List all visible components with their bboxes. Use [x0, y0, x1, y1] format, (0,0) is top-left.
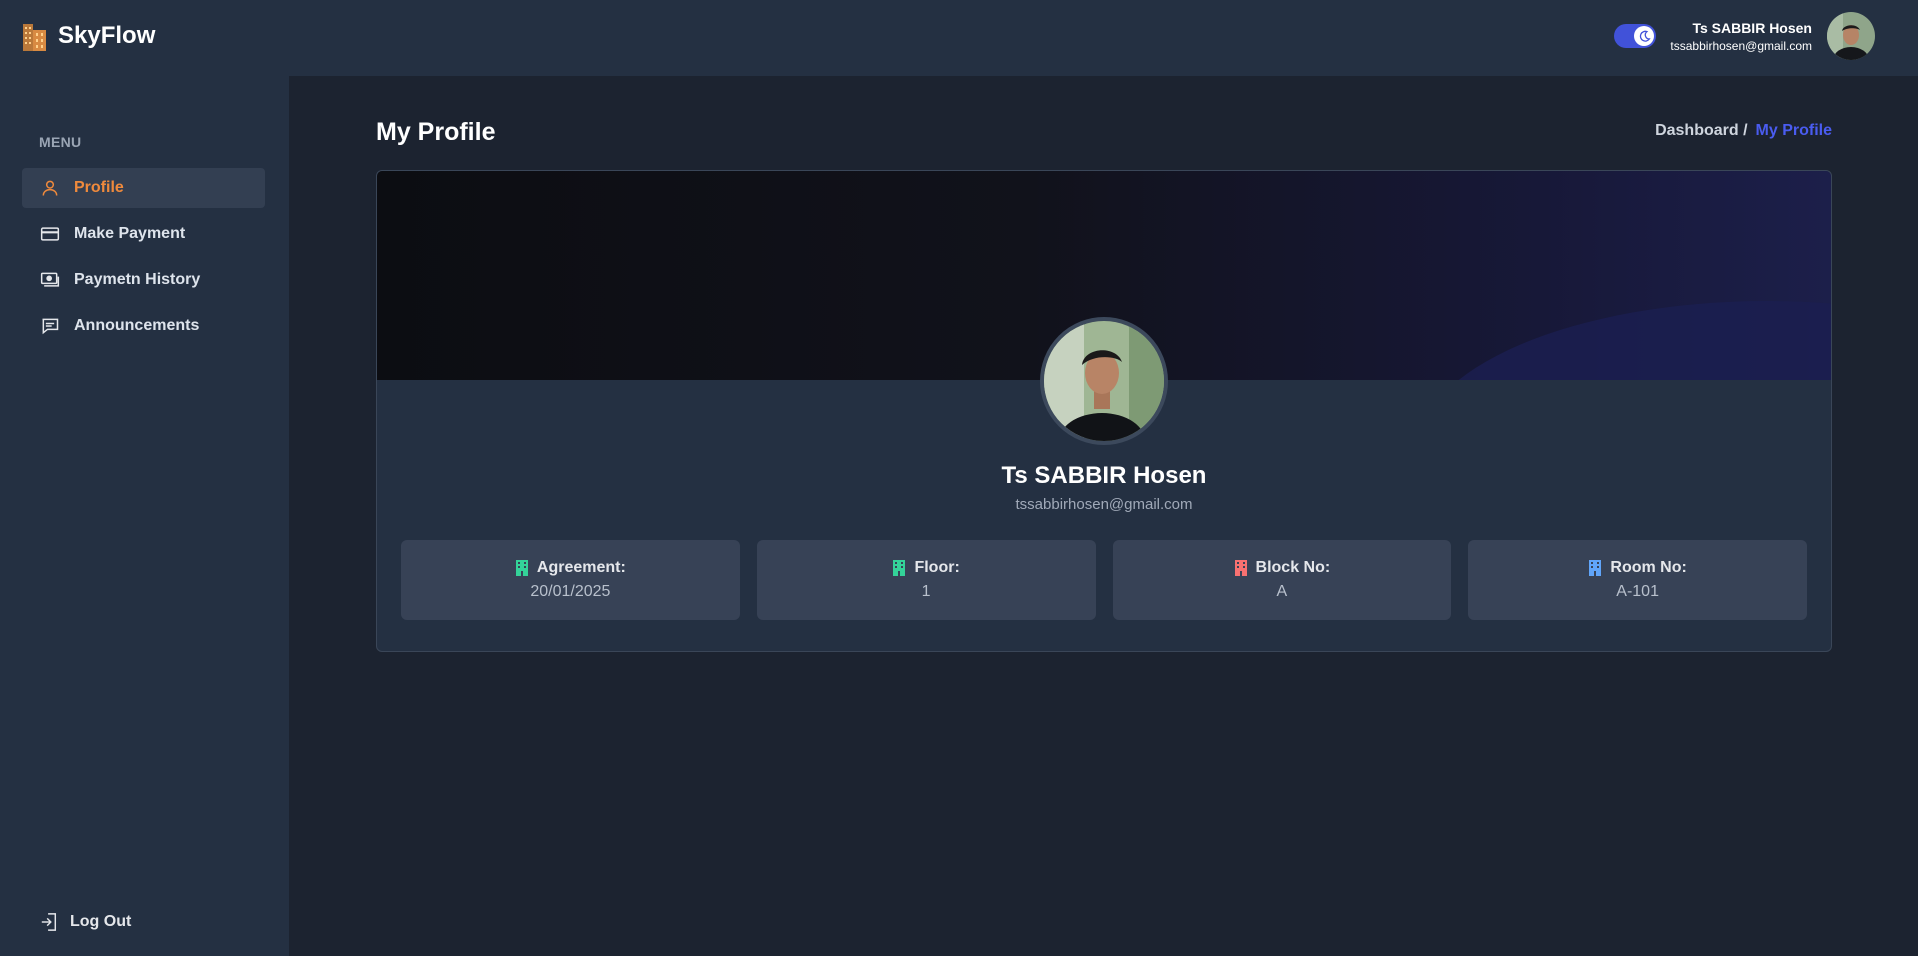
- info-heading: Agreement:: [515, 559, 626, 577]
- page-title: My Profile: [376, 118, 496, 146]
- app-logo[interactable]: SkyFlow: [22, 20, 155, 52]
- profile-photo: [1044, 321, 1164, 441]
- logout-icon: [41, 913, 57, 931]
- sidebar-item-label: Make Payment: [74, 225, 186, 242]
- credit-card-icon: [40, 227, 60, 241]
- sidebar-item-announcements[interactable]: Announcements: [22, 306, 265, 346]
- breadcrumb-current: My Profile: [1755, 122, 1832, 139]
- top-header: Ts SABBIR Hosen tssabbirhosen@gmail.com: [289, 0, 1918, 76]
- info-value: A-101: [1616, 583, 1659, 600]
- info-value: 1: [921, 583, 931, 600]
- cover-decoration: [1417, 301, 1831, 380]
- toggle-knob: [1634, 26, 1654, 46]
- money-icon: [40, 272, 60, 287]
- sidebar-nav: Profile Make Payment Paymetn History Ann…: [22, 168, 265, 352]
- building-icon: [1589, 560, 1602, 576]
- sidebar-item-make-payment[interactable]: Make Payment: [22, 214, 265, 254]
- building-icon: [515, 560, 528, 576]
- floor-info-box: Floor: 1: [756, 540, 1096, 620]
- header-user-info: Ts SABBIR Hosen tssabbirhosen@gmail.com: [1670, 20, 1812, 54]
- info-label: Block No:: [1255, 559, 1331, 576]
- app-name: SkyFlow: [58, 22, 156, 49]
- sidebar-item-profile[interactable]: Profile: [22, 168, 265, 208]
- building-icon: [1234, 560, 1247, 576]
- avatar-photo: [1827, 12, 1875, 60]
- block-info-box: Block No: A: [1112, 540, 1452, 620]
- profile-email: tssabbirhosen@gmail.com: [1015, 496, 1193, 513]
- info-heading: Room No:: [1588, 559, 1687, 577]
- sidebar-item-label: Profile: [74, 179, 124, 196]
- profile-card: Ts SABBIR Hosen tssabbirhosen@gmail.com …: [376, 170, 1832, 652]
- menu-label: MENU: [39, 134, 82, 150]
- info-label: Room No:: [1610, 559, 1687, 576]
- agreement-info-box: Agreement: 20/01/2025: [401, 540, 740, 620]
- breadcrumb-dashboard-link[interactable]: Dashboard /: [1655, 122, 1747, 140]
- breadcrumb: Dashboard / My Profile: [1655, 122, 1832, 140]
- building-icon: [893, 560, 906, 576]
- logout-button[interactable]: Log Out: [40, 912, 131, 932]
- sidebar: SkyFlow MENU Profile Make Payment Paymet…: [0, 0, 289, 956]
- info-heading: Block No:: [1234, 559, 1331, 577]
- message-icon: [42, 318, 59, 335]
- avatar[interactable]: [1827, 12, 1875, 60]
- user-icon: [42, 180, 58, 196]
- info-value: 20/01/2025: [530, 583, 611, 600]
- sidebar-item-label: Paymetn History: [74, 271, 201, 288]
- moon-icon: [1639, 30, 1651, 42]
- info-label: Agreement:: [536, 559, 626, 576]
- header-user-email: tssabbirhosen@gmail.com: [1670, 39, 1812, 53]
- logout-label: Log Out: [70, 913, 132, 930]
- theme-toggle[interactable]: [1614, 24, 1656, 48]
- sidebar-item-label: Announcements: [74, 317, 200, 334]
- profile-name: Ts SABBIR Hosen: [1001, 462, 1207, 489]
- room-info-box: Room No: A-101: [1468, 540, 1807, 620]
- header-user-name: Ts SABBIR Hosen: [1692, 20, 1812, 36]
- info-label: Floor:: [914, 559, 960, 576]
- info-value: A: [1276, 583, 1288, 600]
- profile-avatar: [1040, 317, 1168, 445]
- sidebar-item-payment-history[interactable]: Paymetn History: [22, 260, 265, 300]
- info-heading: Floor:: [892, 559, 960, 577]
- building-logo-icon: [23, 24, 46, 51]
- profile-info-row: Agreement: 20/01/2025 Floor: 1 Block No:…: [401, 540, 1807, 620]
